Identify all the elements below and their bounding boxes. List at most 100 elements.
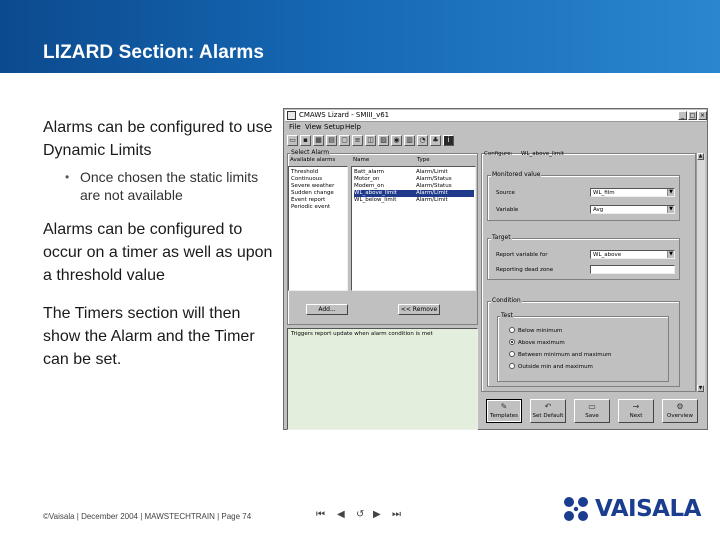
templates-icon: ✎ [500,402,508,411]
list-item[interactable]: Sudden change [291,190,334,197]
variable-value: Avg [593,207,604,213]
templates-label: Templates [490,413,518,419]
alarm-name-cell[interactable]: Batt_alarm [354,169,416,176]
save-button[interactable]: ▭ Save [574,399,610,423]
chevron-down-icon[interactable]: ▼ [667,251,674,258]
radio-outside[interactable]: Outside min and maximum [509,363,593,370]
templates-button[interactable]: ✎ Templates [486,399,522,423]
configure-label: Configure: [484,151,513,157]
list-item[interactable]: Continuous [291,176,322,183]
menu-help[interactable]: Help [345,123,361,131]
bullet-dot: • [65,170,70,184]
alarm-table[interactable]: Batt_alarm Motor_on Modem_on WL_above_li… [351,166,476,291]
open-icon[interactable]: ▭ [287,135,298,146]
set-default-button[interactable]: ↶ Set Default [530,399,566,423]
report-variable-select[interactable]: WL_above ▼ [590,250,675,259]
radio-below-minimum[interactable]: Below minimum [509,327,562,334]
remove-button[interactable]: << Remove [398,304,440,315]
radio-icon[interactable] [509,363,515,369]
sensor-icon[interactable]: ◫ [365,135,376,146]
alarm-name-cell[interactable]: Motor_on [354,176,416,183]
add-button[interactable]: Add... [306,304,348,315]
list-item[interactable]: Periodic event [291,204,330,211]
alarm-type-cell[interactable]: Alarm/Status [416,183,452,190]
type-column-header: Type [417,157,430,163]
alarm-name-cell[interactable]: WL_below_limit [354,197,416,204]
list-item[interactable]: Threshold [291,169,318,176]
image-icon[interactable]: ▦ [313,135,324,146]
source-select[interactable]: WL_film ▼ [590,188,675,197]
alarm-type-cell[interactable]: Alarm/Limit [416,169,448,176]
grid-icon[interactable]: ▤ [326,135,337,146]
alarm-name-cell-selected[interactable]: WL_above_limit [354,190,416,197]
scope-icon[interactable]: ◉ [391,135,402,146]
vaisala-mark-icon [564,497,588,521]
name-column-header: Name [353,157,370,163]
logo-text: VAISALA [595,496,701,522]
radio-label: Outside min and maximum [518,364,593,370]
lizard-icon[interactable]: ♣ [430,135,441,146]
overview-label: Overview [667,413,693,419]
bullet-list: Alarms can be configured to use Dynamic … [43,116,275,371]
sub-bullet-text: Once chosen the static limits are not av… [80,169,259,203]
radio-label: Above maximum [518,340,565,346]
scroll-down-icon[interactable]: ▼ [697,385,704,392]
bullet-timer: Alarms can be configured to occur on a t… [43,221,273,284]
monitored-value-caption: Monitored value [491,171,542,178]
radio-above-maximum[interactable]: Above maximum [509,339,565,346]
select-alarm-caption: Select Alarm [290,149,331,156]
gauge-icon[interactable]: ◔ [417,135,428,146]
variable-select[interactable]: Avg ▼ [590,205,675,214]
save-icon[interactable]: ▪ [300,135,311,146]
menu-view[interactable]: View [305,123,322,131]
chart-icon[interactable]: ▨ [378,135,389,146]
overview-button[interactable]: ⚙ Overview [662,399,698,423]
save-icon: ▭ [588,402,596,411]
close-button[interactable]: × [698,111,707,120]
list-item[interactable]: Event report [291,197,325,204]
undo-icon: ↶ [544,402,552,411]
alarm-type-cell-selected[interactable]: Alarm/Limit [416,190,474,197]
radio-icon[interactable] [509,351,515,357]
chevron-down-icon[interactable]: ▼ [667,189,674,196]
scroll-up-icon[interactable]: ▲ [697,153,704,160]
bullet-timers-section: The Timers section will then show the Al… [43,305,255,368]
alarm-description: Triggers report update when alarm condit… [291,331,433,337]
window-icon[interactable]: ▢ [339,135,350,146]
overview-icon: ⚙ [676,402,684,411]
source-value: WL_film [593,190,615,196]
available-alarms-header: Available alarms [290,157,336,163]
next-button[interactable]: → Next [618,399,654,423]
maximize-button[interactable]: □ [688,111,697,120]
last-icon[interactable]: ⏭ [392,509,401,520]
next-icon[interactable]: ▶ [373,509,381,520]
table-icon[interactable]: ▥ [404,135,415,146]
chevron-down-icon[interactable]: ▼ [667,206,674,213]
return-icon[interactable]: ↺ [356,509,364,520]
variable-label: Variable [496,207,519,213]
next-icon: → [632,402,640,411]
list-item[interactable]: Severe weather [291,183,334,190]
test-caption: Test [500,312,514,319]
menu-file[interactable]: File [289,123,301,131]
available-alarms-list[interactable]: Threshold Continuous Severe weather Sudd… [288,166,348,291]
source-label: Source [496,190,515,196]
settings-icon[interactable]: ≡ [352,135,363,146]
menu-setup[interactable]: Setup [324,123,344,131]
alarm-name-cell[interactable]: Modem_on [354,183,416,190]
dead-zone-input[interactable] [590,265,675,274]
alarm-type-cell[interactable]: Alarm/Limit [416,197,448,204]
radio-icon[interactable] [509,327,515,333]
radio-between[interactable]: Between minimum and maximum [509,351,611,358]
first-icon[interactable]: ⏮ [316,509,325,520]
menu-bar: File View Setup Help [285,123,706,133]
minimize-button[interactable]: _ [678,111,687,120]
info-icon[interactable]: i [443,135,454,146]
alarm-type-cell[interactable]: Alarm/Status [416,176,452,183]
next-label: Next [629,413,643,419]
prev-icon[interactable]: ◀ [337,509,345,520]
target-caption: Target [491,234,512,241]
condition-caption: Condition [491,297,522,304]
configure-scrollbar[interactable]: ▲ ▼ [696,153,705,392]
radio-checked-icon[interactable] [509,339,515,345]
